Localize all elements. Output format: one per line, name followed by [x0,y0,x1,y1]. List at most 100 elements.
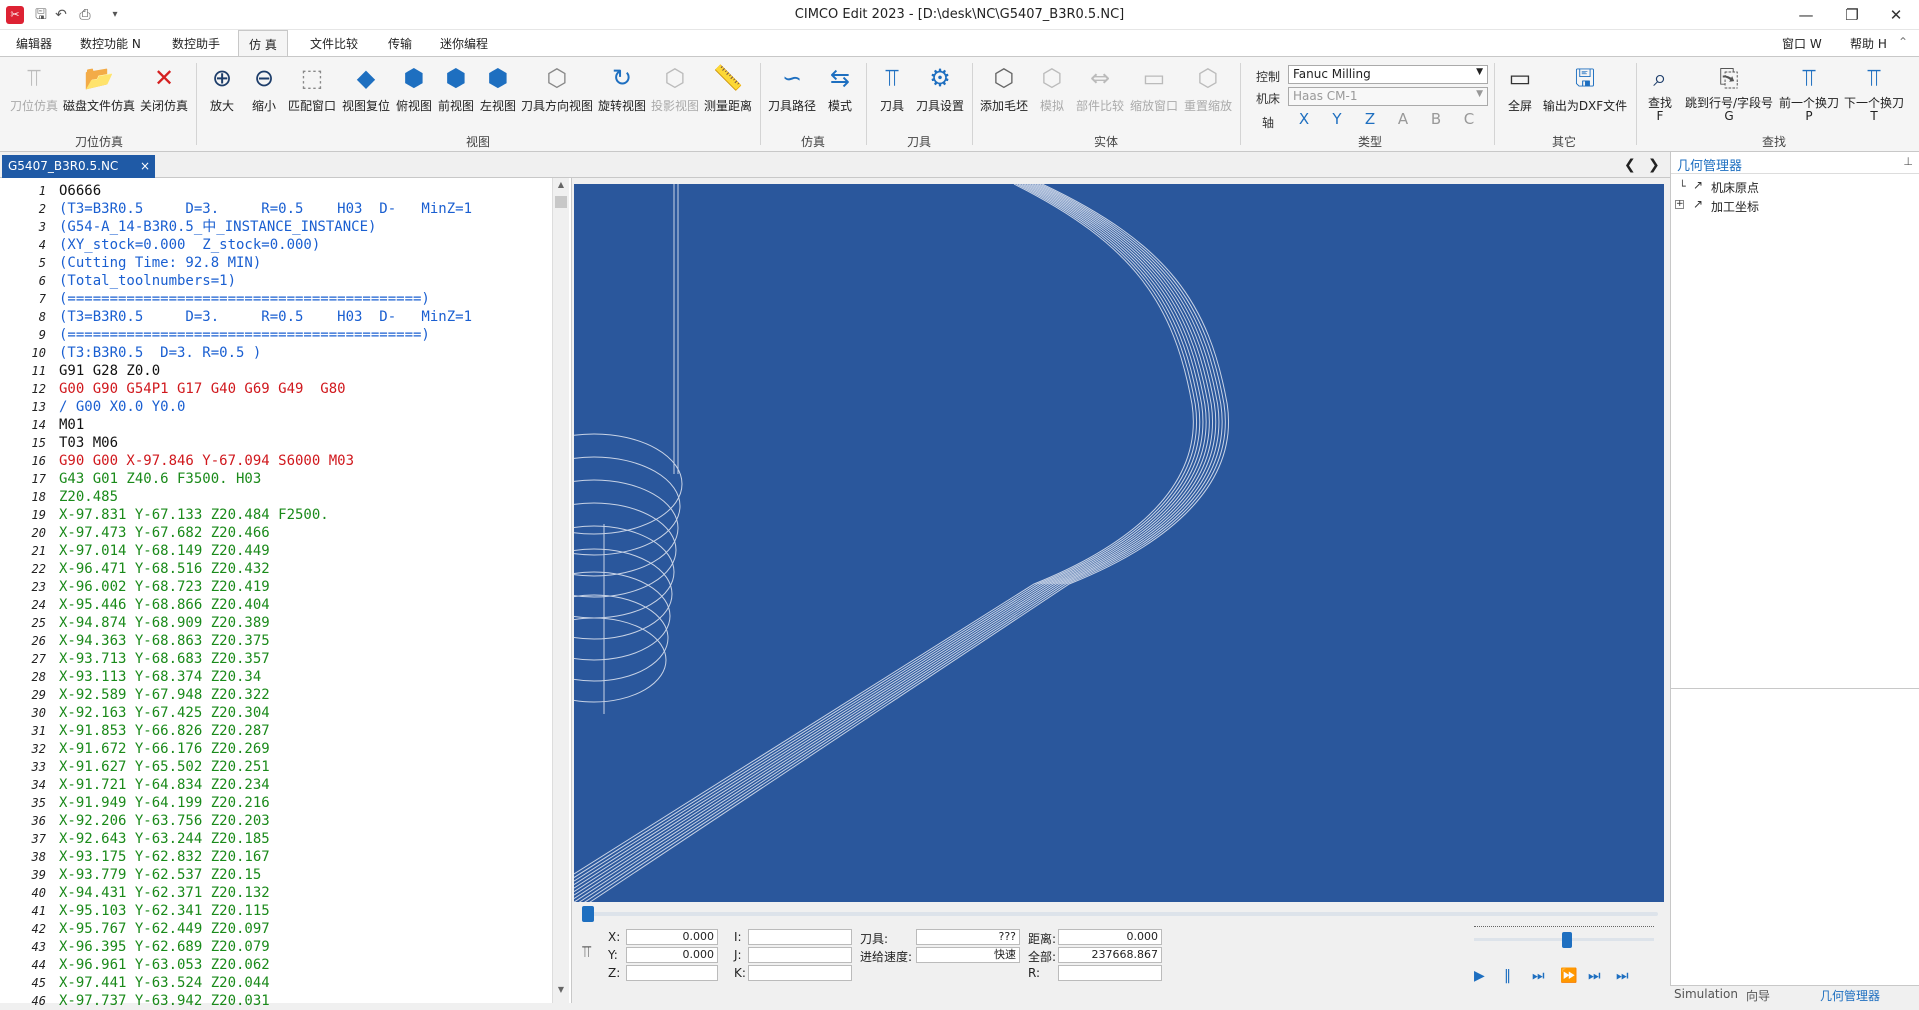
code-line[interactable]: / G00 X0.0 Y0.0 [59,398,185,416]
axis-z-button[interactable]: Z [1360,110,1380,128]
code-line[interactable]: X-93.713 Y-68.683 Z20.357 [59,650,270,668]
fullscreen-button[interactable]: ▭ 全屏 [1500,63,1540,133]
find-button[interactable]: ⌕ 查找 F [1642,63,1678,133]
menu-file-compare[interactable]: 文件比较 [310,35,358,52]
axis-x-button[interactable]: X [1294,110,1314,128]
code-line[interactable]: (=======================================… [59,290,430,308]
code-line[interactable]: X-91.627 Y-65.502 Z20.251 [59,758,270,776]
code-line[interactable]: X-97.014 Y-68.149 Z20.449 [59,542,270,560]
menu-nc-assistant[interactable]: 数控助手 [172,35,220,52]
run-to-icon[interactable]: ⏩ [1560,968,1577,984]
scroll-down-icon[interactable]: ▼ [554,985,568,999]
code-line[interactable]: X-97.737 Y-63.942 Z20.031 [59,992,270,1010]
fit-window-button[interactable]: ⬚ 匹配窗口 [286,63,338,133]
top-view-button[interactable]: ⬢ 俯视图 [394,63,434,133]
scroll-up-icon[interactable]: ▲ [554,180,568,194]
code-line[interactable]: X-93.175 Y-62.832 Z20.167 [59,848,270,866]
code-line[interactable]: X-92.163 Y-67.425 Z20.304 [59,704,270,722]
code-line[interactable]: (T3:B3R0.5 D=3. R=0.5 ) [59,344,261,362]
menu-transfer[interactable]: 传输 [388,35,412,52]
axis-b-button[interactable]: B [1426,110,1446,128]
code-line[interactable]: T03 M06 [59,434,118,452]
menu-help[interactable]: 帮助 H [1850,35,1887,52]
code-line[interactable]: X-94.874 Y-68.909 Z20.389 [59,614,270,632]
code-line[interactable]: G00 G90 G54P1 G17 G40 G69 G49 G80 [59,380,346,398]
step-icon[interactable]: ⏭ [1532,968,1545,984]
code-line[interactable]: X-97.831 Y-67.133 Z20.484 F2500. [59,506,329,524]
code-line[interactable]: (Cutting Time: 92.8 MIN) [59,254,261,272]
code-line[interactable]: M01 [59,416,84,434]
axis-y-button[interactable]: Y [1327,110,1347,128]
tree-item-machine-origin[interactable]: 机床原点 [1711,179,1759,196]
tab-scroll-right-icon[interactable]: ❯ [1648,157,1660,173]
code-line[interactable]: X-94.363 Y-68.863 Z20.375 [59,632,270,650]
step-tool-icon[interactable]: ⏭ [1616,968,1629,984]
close-sim-button[interactable]: ✕ 关闭仿真 [138,63,190,133]
code-line[interactable]: X-95.103 Y-62.341 Z20.115 [59,902,270,920]
disk-file-sim-button[interactable]: 📂 磁盘文件仿真 [62,63,136,133]
menu-simulation[interactable]: 仿 真 [238,30,288,57]
tab-scroll-left-icon[interactable]: ❮ [1624,157,1636,173]
tool-direction-view-button[interactable]: ⬡ 刀具方向视图 [520,63,594,133]
pause-icon[interactable]: ‖ [1504,968,1511,984]
prev-tool-change-button[interactable]: ⫪ 前一个换刀 P [1778,63,1840,133]
speed-slider-thumb[interactable] [1562,932,1572,948]
code-line[interactable]: X-92.589 Y-67.948 Z20.322 [59,686,270,704]
reset-view-button[interactable]: ◆ 视图复位 [340,63,392,133]
code-line[interactable]: (=======================================… [59,326,430,344]
code-line[interactable]: X-91.721 Y-64.834 Z20.234 [59,776,270,794]
code-line[interactable]: X-96.961 Y-63.053 Z20.062 [59,956,270,974]
code-line[interactable]: X-95.767 Y-62.449 Z20.097 [59,920,270,938]
code-editor[interactable]: 1 2 3 4 5 6 7 8 9 10 11 12 13 14 15 16 17 18 19 20 21 22 23 24 2… [0,178,572,1009]
toolpath-sim-button[interactable]: ⫪ 刀位仿真 [8,63,60,133]
code-line[interactable]: X-94.431 Y-62.371 Z20.132 [59,884,270,902]
code-line[interactable]: G91 G28 Z0.0 [59,362,160,380]
code-line[interactable]: Z20.485 [59,488,118,506]
toolpath-button[interactable]: ∽ 刀具路径 [766,63,818,133]
code-line[interactable]: X-91.949 Y-64.199 Z20.216 [59,794,270,812]
code-line[interactable]: X-95.446 Y-68.866 Z20.404 [59,596,270,614]
restore-button[interactable]: ❐ [1829,0,1875,30]
expand-icon[interactable]: + [1675,200,1684,209]
editor-vertical-scrollbar[interactable]: ▲ ▼ [552,178,569,1003]
close-tab-icon[interactable]: × [140,159,150,173]
progress-track[interactable] [582,912,1658,916]
progress-thumb[interactable] [582,906,594,922]
reset-zoom-button[interactable]: ⬡ 重置缩放 [1182,63,1234,133]
close-window-button[interactable]: ✕ [1873,0,1919,30]
code-line[interactable]: X-96.002 Y-68.723 Z20.419 [59,578,270,596]
code-line[interactable]: (G54-A_14-B3R0.5_中_INSTANCE_INSTANCE) [59,218,376,236]
tab-geometry-manager[interactable]: 几何管理器 [1820,987,1880,1004]
tree-item-work-coordinate[interactable]: 加工坐标 [1711,198,1759,215]
code-line[interactable]: (T3=B3R0.5 D=3. R=0.5 H03 D- MinZ=1 [59,308,472,326]
code-line[interactable]: (Total_toolnumbers=1) [59,272,236,290]
simulation-viewport[interactable] [574,184,1664,902]
code-line[interactable]: X-93.113 Y-68.374 Z20.34 [59,668,261,686]
machine-select[interactable]: Haas CM-1 ▼ [1288,87,1488,106]
code-line[interactable]: X-96.395 Y-62.689 Z20.079 [59,938,270,956]
code-line[interactable]: X-91.853 Y-66.826 Z20.287 [59,722,270,740]
tool-button[interactable]: ⫪ 刀具 [872,63,912,133]
menu-editor[interactable]: 编辑器 [16,35,52,52]
axis-a-button[interactable]: A [1393,110,1413,128]
front-view-button[interactable]: ⬢ 前视图 [436,63,476,133]
pin-icon[interactable]: ⊥ [1903,155,1913,168]
control-select[interactable]: Fanuc Milling ▼ [1288,65,1488,84]
play-icon[interactable]: ▶ [1474,968,1485,984]
code-line[interactable]: X-92.206 Y-63.756 Z20.203 [59,812,270,830]
code-line[interactable]: X-97.441 Y-63.524 Z20.044 [59,974,270,992]
code-line[interactable]: X-93.779 Y-62.537 Z20.15 [59,866,261,884]
rotate-view-button[interactable]: ↻ 旋转视图 [596,63,648,133]
minimize-button[interactable]: — [1783,0,1829,30]
menu-mini-program[interactable]: 迷你编程 [440,35,488,52]
axis-c-button[interactable]: C [1459,110,1479,128]
menu-window[interactable]: 窗口 W [1782,35,1822,52]
code-line[interactable]: X-92.643 Y-63.244 Z20.185 [59,830,270,848]
file-tab[interactable]: G5407_B3R0.5.NC × [2,155,155,178]
code-line[interactable]: (T3=B3R0.5 D=3. R=0.5 H03 D- MinZ=1 [59,200,472,218]
tab-wizard[interactable]: 向导 [1746,987,1770,1004]
projection-view-button[interactable]: ⬡ 投影视图 [650,63,700,133]
code-line[interactable]: G43 G01 Z40.6 F3500. H03 [59,470,261,488]
zoom-window-button[interactable]: ▭ 缩放窗口 [1128,63,1180,133]
left-view-button[interactable]: ⬢ 左视图 [478,63,518,133]
